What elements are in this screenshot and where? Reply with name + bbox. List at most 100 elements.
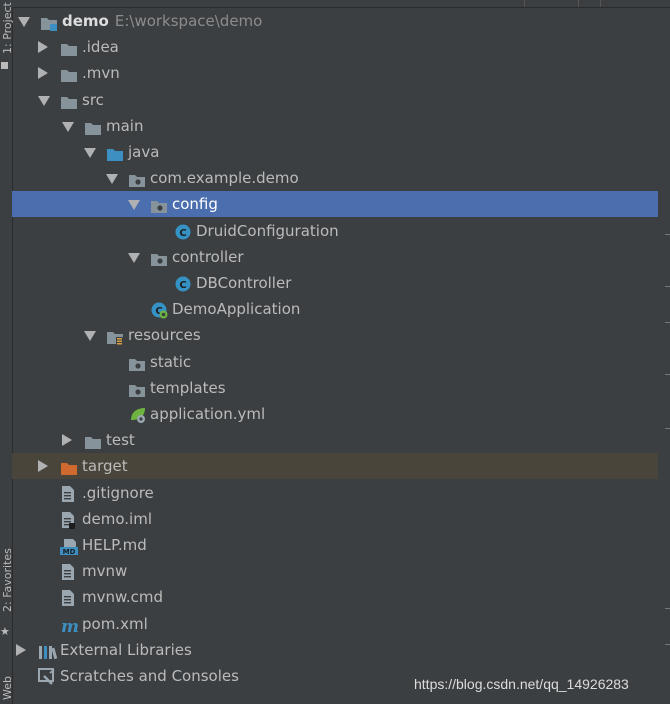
tree-node-label: mvnw.cmd [82, 584, 163, 610]
tree-node-label: templates [150, 375, 226, 401]
project-tree[interactable]: demo E:\workspace\demo .idea .mvn src mai… [12, 8, 658, 704]
node-name: templates [150, 378, 226, 397]
package-icon [128, 170, 146, 188]
node-name: application.yml [150, 405, 266, 423]
tree-node-label: HELP.md [82, 532, 147, 558]
tree-node[interactable]: main [12, 113, 658, 139]
scrollbar[interactable] [658, 8, 670, 704]
tree-node-label: .idea [82, 34, 119, 60]
header-divider [524, 0, 525, 7]
svg-text:m: m [61, 618, 79, 634]
tree-node[interactable]: mvnw [12, 558, 658, 584]
libraries-icon [38, 642, 58, 659]
package-icon [150, 196, 168, 214]
tree-node[interactable]: static [12, 349, 658, 375]
folder-icon [84, 118, 102, 135]
tree-node[interactable]: com.example.demo [12, 165, 658, 191]
node-name: mvnw [82, 562, 128, 581]
chevron-down-icon[interactable] [128, 200, 140, 211]
tree-node[interactable]: C DBController [12, 270, 658, 296]
scroll-marker [665, 374, 670, 375]
folder-icon [60, 39, 78, 57]
tree-node-label: target [82, 453, 128, 479]
tree-node[interactable]: config [12, 191, 658, 218]
chevron-right-icon[interactable] [62, 434, 72, 447]
node-name: main [106, 116, 144, 135]
tree-node[interactable]: C DemoApplication [12, 296, 658, 322]
excluded-folder-icon [60, 458, 78, 476]
tree-node[interactable]: MD HELP.md [12, 532, 658, 558]
chevron-right-icon[interactable] [38, 460, 48, 473]
tree-node[interactable]: test [12, 427, 658, 453]
node-name: config [172, 195, 218, 214]
tree-node[interactable]: controller [12, 244, 658, 270]
svg-text:C: C [179, 280, 186, 291]
tree-node[interactable]: demo.iml [12, 506, 658, 532]
iml-file-icon [60, 511, 78, 529]
tree-node[interactable]: resources [12, 322, 658, 348]
project-tab-icon [1, 62, 8, 69]
node-name: HELP.md [82, 536, 147, 554]
node-name: demo.iml [82, 509, 152, 528]
tree-node[interactable]: application.yml [12, 401, 658, 427]
node-name: .idea [82, 38, 119, 57]
tree-node[interactable]: java [12, 139, 658, 165]
tree-node-label: DBController [196, 270, 291, 296]
folder-icon [60, 65, 78, 83]
chevron-down-icon[interactable] [38, 95, 50, 106]
tree-node-label: main [106, 113, 143, 139]
chevron-down-icon[interactable] [106, 174, 118, 185]
tree-node-label: .gitignore [82, 480, 154, 506]
tree-node[interactable]: .mvn [12, 60, 658, 86]
tree-node-label: demo E:\workspace\demo [62, 8, 262, 34]
tree-node-label: static [150, 349, 191, 375]
tree-node-label: resources [128, 322, 201, 348]
tree-node[interactable]: External Libraries [12, 637, 658, 663]
node-name: pom.xml [82, 614, 148, 633]
tree-node[interactable]: m pom.xml [12, 611, 658, 637]
tree-node[interactable]: .gitignore [12, 480, 658, 506]
node-name: DBController [196, 274, 292, 292]
tree-node[interactable]: target [12, 453, 658, 480]
node-name: test [106, 431, 135, 450]
tree-node-label: application.yml [150, 401, 265, 427]
chevron-down-icon[interactable] [62, 121, 74, 132]
chevron-down-icon[interactable] [128, 252, 140, 263]
node-name: External Libraries [60, 640, 192, 659]
chevron-down-icon[interactable] [84, 148, 96, 158]
package-icon [128, 354, 146, 371]
folder-icon [84, 432, 102, 450]
header-divider [578, 0, 579, 7]
module-path: E:\workspace\demo [114, 12, 263, 30]
scratches-icon [38, 668, 56, 685]
tree-node-label: java [128, 139, 159, 165]
chevron-right-icon[interactable] [38, 67, 48, 80]
resources-folder-icon [106, 327, 124, 346]
chevron-right-icon[interactable] [38, 41, 48, 54]
tree-node-label: config [172, 191, 218, 217]
svg-text:C: C [179, 228, 186, 239]
node-name: demo [62, 12, 109, 30]
tree-node[interactable]: src [12, 87, 658, 113]
text-file-icon [60, 485, 78, 502]
tree-node[interactable]: mvnw.cmd [12, 584, 658, 610]
chevron-right-icon[interactable] [16, 643, 26, 656]
node-name: src [82, 90, 104, 109]
tree-node[interactable]: demo E:\workspace\demo [12, 8, 658, 34]
chevron-down-icon[interactable] [18, 17, 30, 27]
folder-icon [60, 92, 78, 109]
scroll-marker [665, 234, 670, 235]
tree-node-label: com.example.demo [150, 165, 299, 191]
tree-node[interactable]: C DruidConfiguration [12, 218, 658, 244]
node-name: DemoApplication [172, 300, 301, 319]
module-folder-icon [40, 13, 58, 31]
spring-boot-class-icon: C [150, 301, 168, 319]
chevron-down-icon[interactable] [84, 331, 96, 342]
tree-node-label: src [82, 87, 104, 113]
node-name: Scratches and Consoles [60, 667, 239, 685]
tree-node[interactable]: templates [12, 375, 658, 401]
node-name: DruidConfiguration [196, 221, 339, 240]
scroll-marker [665, 644, 670, 645]
node-name: mvnw.cmd [82, 588, 164, 607]
tree-node[interactable]: .idea [12, 34, 658, 60]
